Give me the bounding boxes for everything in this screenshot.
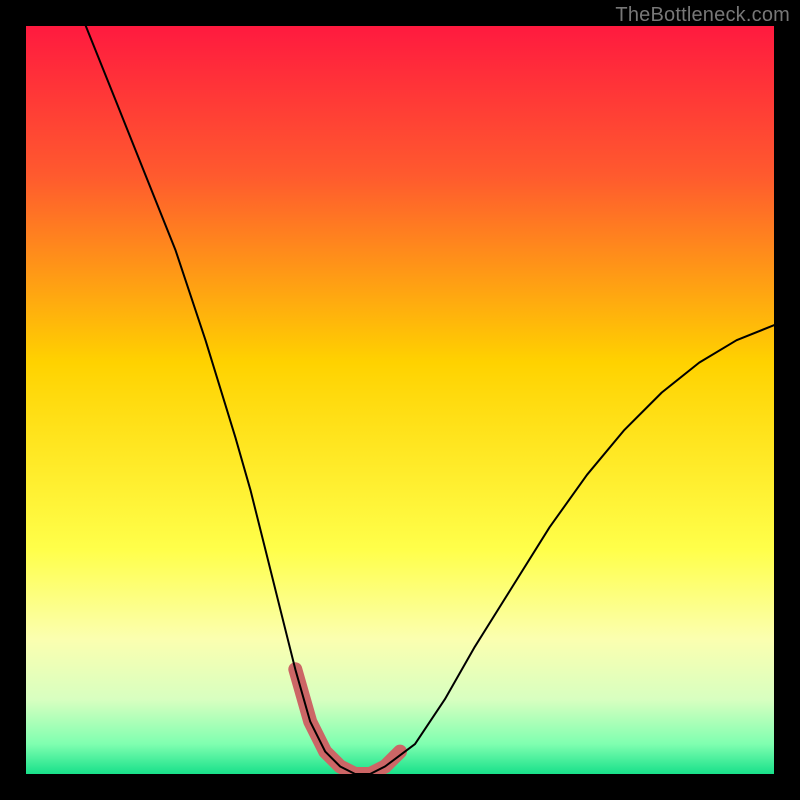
outer-frame: TheBottleneck.com [0, 0, 800, 800]
chart-canvas [26, 26, 774, 774]
gradient-background [26, 26, 774, 774]
plot-area [26, 26, 774, 774]
watermark-text: TheBottleneck.com [615, 4, 790, 27]
